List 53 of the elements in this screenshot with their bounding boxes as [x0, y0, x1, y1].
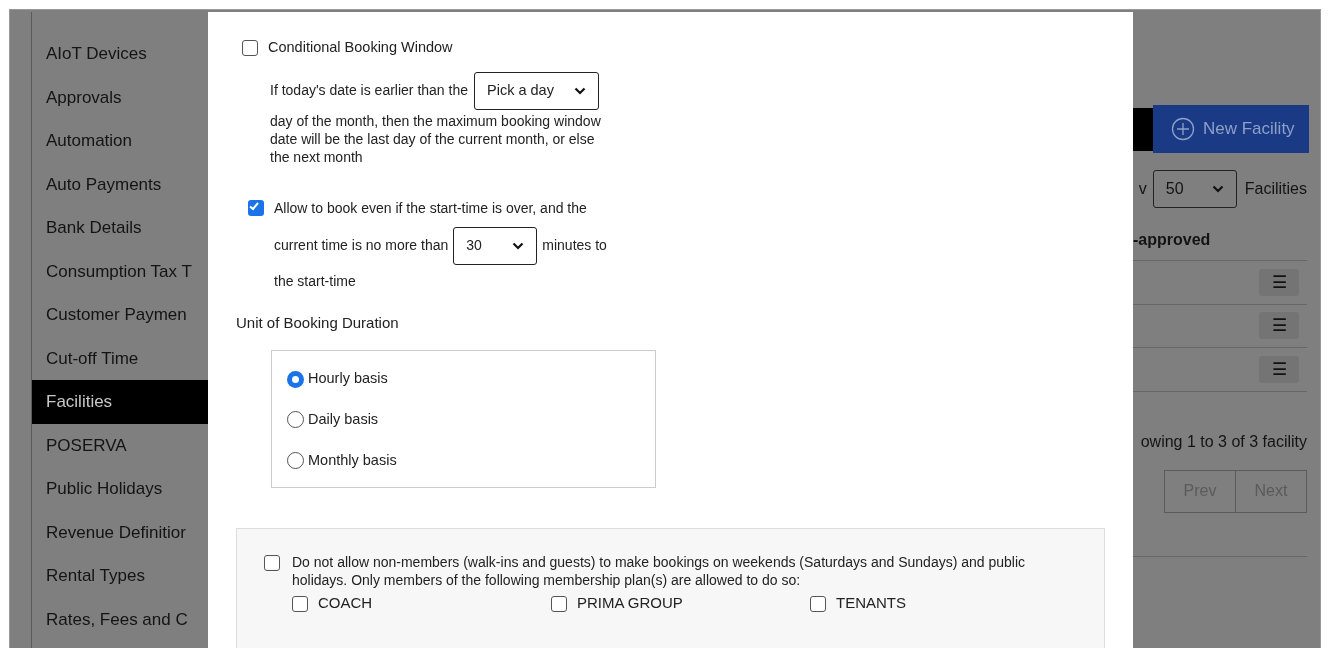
checkbox-label: Allow to book even if the start-time is over, and the [274, 198, 588, 218]
chevron-down-icon [574, 86, 586, 95]
row-menu-button[interactable]: ☰ [1259, 312, 1299, 340]
sidebar-item[interactable]: Automation [32, 119, 210, 163]
checkbox[interactable] [551, 595, 567, 612]
checkbox-label: PRIMA GROUP [577, 593, 683, 614]
new-facility-button[interactable]: New Facility [1153, 105, 1309, 153]
checkbox-label: COACH [318, 593, 373, 614]
row-menu-button[interactable]: ☰ [1259, 355, 1299, 383]
chevron-down-icon [512, 241, 525, 250]
minutes-select[interactable]: 30 [453, 226, 538, 265]
checkbox[interactable] [264, 555, 280, 572]
sidebar-item[interactable]: Bank Details [32, 206, 210, 250]
description-text: If today's date is earlier than the [270, 81, 468, 101]
sidebar-item[interactable]: AIoT Devices [32, 32, 210, 76]
description-text: the start-time [274, 271, 357, 291]
sidebar-item[interactable]: Cut-off Time [32, 336, 210, 380]
radio-button[interactable] [287, 411, 304, 429]
description-text: day of the month, then the maximum booking window date will be the last day of the current month, or else the next month [270, 111, 602, 166]
page-size-select[interactable]: 50 [1152, 170, 1237, 208]
sidebar-item[interactable]: POSERVA [32, 423, 210, 467]
sidebar-item[interactable]: Facilities [32, 380, 210, 424]
chevron-down-icon [1211, 185, 1224, 193]
sidebar-item[interactable]: Public Holidays [32, 467, 210, 511]
section-title: Unit of Booking Duration [236, 312, 400, 333]
radio-label: Daily basis [308, 410, 379, 429]
sidebar-item[interactable]: Customer Paymen [32, 293, 210, 337]
description-text: current time is no more than [274, 236, 449, 256]
checkbox-label: Conditional Booking Window [268, 38, 453, 57]
radio-label: Hourly basis [308, 369, 388, 389]
checkbox-label: Do not allow non-members (walk-ins and guests) to make bookings on weekends (Saturdays and Sundays) and public holidays. Only members of the following membership plan(s) are allowed to do so: [292, 553, 1027, 590]
radio-button[interactable] [287, 370, 304, 388]
sidebar-item[interactable]: Consumption Tax T [32, 249, 210, 293]
day-select[interactable]: Pick a day [474, 71, 599, 110]
pagination-info: owing 1 to 3 of 3 facility [1139, 431, 1307, 452]
checkbox[interactable] [292, 595, 308, 612]
sidebar-item[interactable]: Rental Types [32, 554, 210, 598]
sidebar-item[interactable]: Auto Payments [32, 162, 210, 206]
header-bar [1133, 107, 1153, 151]
facilities-label: Facilities [1244, 179, 1307, 199]
show-label: v [1138, 179, 1147, 199]
description-text: minutes to [542, 236, 607, 256]
checkbox[interactable] [242, 39, 258, 56]
plus-circle-icon [1171, 117, 1195, 141]
sidebar-item[interactable]: Approvals [32, 75, 210, 119]
radio-label: Monthly basis [308, 450, 397, 470]
row-menu-button[interactable]: ☰ [1259, 268, 1299, 296]
checkbox[interactable] [248, 199, 264, 216]
radio-button[interactable] [287, 452, 304, 470]
sidebar-item[interactable]: Revenue Definitior [32, 510, 210, 554]
checkbox-label: TENANTS [836, 593, 906, 614]
sidebar-item[interactable]: Rates, Fees and C [32, 597, 210, 641]
checkbox[interactable] [810, 595, 826, 612]
